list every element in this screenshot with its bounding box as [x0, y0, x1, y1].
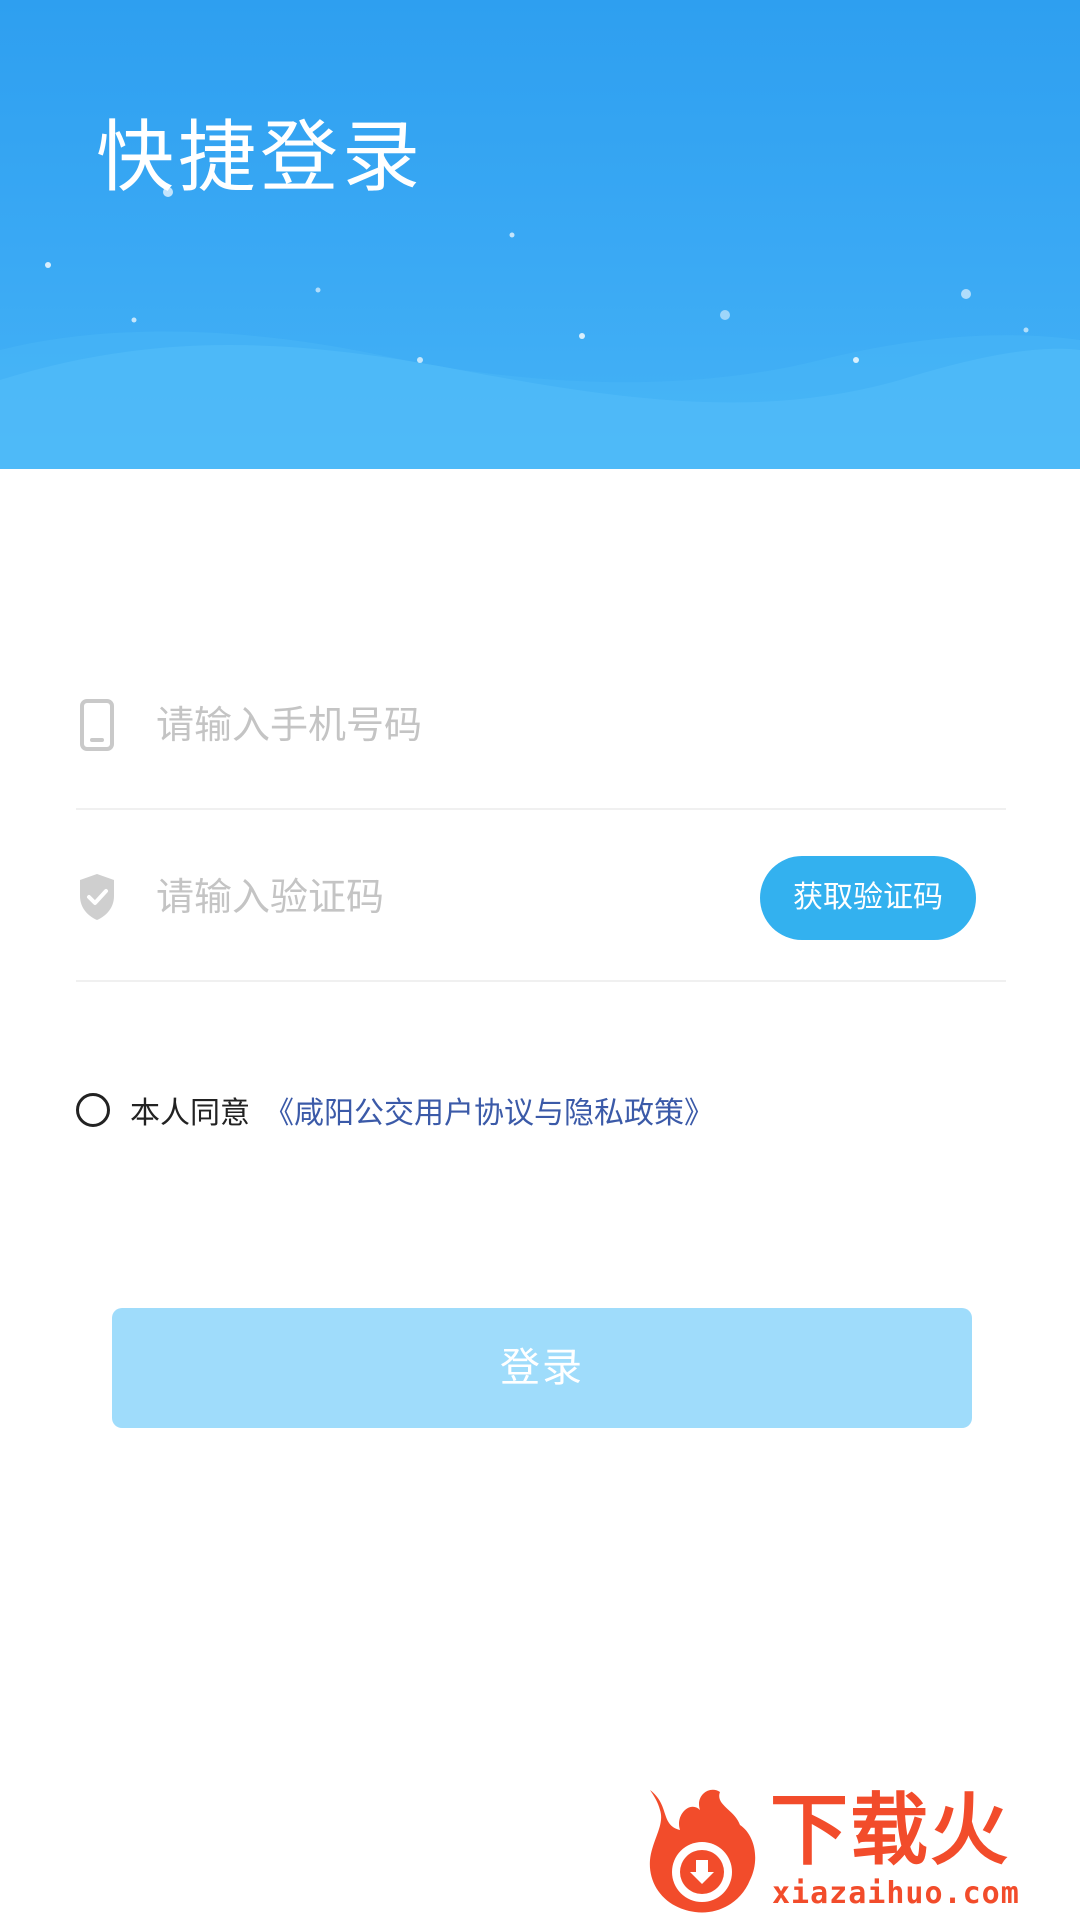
agreement-radio[interactable] — [76, 1093, 110, 1127]
watermark-brand: 下载火 — [770, 1786, 1011, 1876]
watermark-site: xiazaihuo.com — [772, 1876, 1020, 1911]
shield-check-icon — [76, 870, 118, 924]
header-banner: 快捷登录 — [0, 0, 1080, 469]
page-title: 快捷登录 — [96, 113, 425, 203]
phone-row — [76, 640, 1006, 810]
watermark-logo: 下载火 xiazaihuo.com — [640, 1780, 1080, 1920]
get-code-button[interactable]: 获取验证码 — [760, 856, 976, 940]
agreement-prefix: 本人同意 — [130, 1096, 250, 1131]
flame-logo-icon — [649, 1789, 756, 1913]
agreement-row: 本人同意 《咸阳公交用户协议与隐私政策》 — [76, 1088, 714, 1132]
agreement-link[interactable]: 《咸阳公交用户协议与隐私政策》 — [264, 1088, 714, 1132]
code-divider — [76, 980, 1006, 982]
wave-background — [0, 187, 1080, 469]
phone-divider — [76, 808, 1006, 810]
login-button[interactable]: 登录 — [112, 1308, 972, 1428]
code-row: 获取验证码 — [76, 812, 1006, 982]
verification-code-input[interactable] — [156, 862, 756, 932]
phone-input[interactable] — [156, 690, 756, 760]
phone-icon — [76, 698, 118, 752]
login-screen: 快捷登录 获取验证码 本人同意 《咸阳公交用户协议与隐私政策》 登录 — [0, 0, 1080, 1920]
